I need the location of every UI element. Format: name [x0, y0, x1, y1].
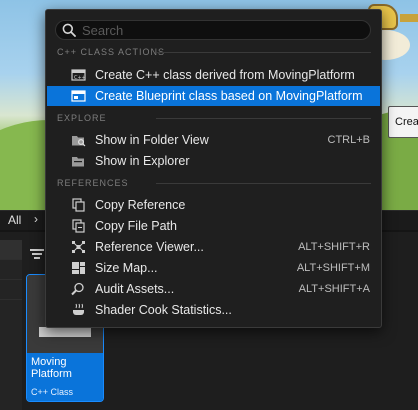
asset-context-menu: C++ CLASS ACTIONS C++ Create C++ class d… — [45, 9, 382, 328]
menu-item-show-in-folder-view[interactable]: Show in Folder View CTRL+B — [47, 130, 380, 150]
menu-item-copy-file-path[interactable]: Copy File Path — [47, 216, 380, 236]
cpp-class-icon: C++ — [71, 69, 86, 81]
menu-item-size-map[interactable]: Size Map... ALT+SHIFT+M — [47, 258, 380, 278]
asset-name: Moving Platform — [31, 356, 72, 380]
menu-item-label: Create Blueprint class based on MovingPl… — [95, 89, 363, 103]
path-chevron-icon[interactable]: › — [34, 212, 38, 226]
search-icon — [62, 23, 76, 37]
path-root-all[interactable]: All — [8, 213, 21, 227]
sources-panel — [0, 240, 22, 410]
audit-icon — [71, 282, 84, 296]
blueprint-class-icon — [71, 90, 86, 102]
menu-item-shortcut: CTRL+B — [327, 134, 371, 146]
section-header-explore: EXPLORE — [57, 113, 107, 123]
menu-item-label: Copy Reference — [95, 198, 186, 212]
menu-item-shortcut: ALT+SHIFT+A — [298, 283, 370, 295]
menu-item-shader-cook-statistics[interactable]: Shader Cook Statistics... — [47, 300, 380, 320]
menu-item-label: Reference Viewer... — [95, 240, 204, 254]
menu-search-box[interactable] — [55, 20, 371, 40]
folder-search-icon — [72, 136, 86, 147]
size-map-icon — [72, 262, 85, 274]
section-divider — [156, 52, 371, 53]
menu-item-audit-assets[interactable]: Audit Assets... ALT+SHIFT+A — [47, 279, 380, 299]
menu-item-label: Copy File Path — [95, 219, 177, 233]
menu-item-label: Audit Assets... — [95, 282, 175, 296]
viewport-tooltip: Crea — [388, 106, 418, 138]
menu-item-copy-reference[interactable]: Copy Reference — [47, 195, 380, 215]
copy-reference-icon — [72, 198, 85, 212]
copy-path-icon — [72, 219, 85, 233]
section-header-references: REFERENCES — [57, 178, 129, 188]
menu-item-label: Size Map... — [95, 261, 158, 275]
menu-item-label: Create C++ class derived from MovingPlat… — [95, 68, 355, 82]
menu-item-shortcut: ALT+SHIFT+R — [298, 241, 370, 253]
sources-row[interactable] — [0, 240, 22, 260]
menu-item-reference-viewer[interactable]: Reference Viewer... ALT+SHIFT+R — [47, 237, 380, 257]
filter-icon[interactable] — [30, 249, 44, 261]
asset-type: C++ Class — [31, 387, 74, 397]
sources-row[interactable] — [0, 260, 22, 280]
svg-text:C++: C++ — [74, 75, 86, 81]
search-input[interactable] — [82, 23, 362, 38]
menu-item-label: Shader Cook Statistics... — [95, 303, 232, 317]
menu-item-label: Show in Folder View — [95, 133, 209, 147]
shader-cook-icon — [73, 303, 84, 315]
section-header-cpp-actions: C++ CLASS ACTIONS — [57, 47, 166, 57]
section-divider — [156, 118, 371, 119]
sources-row[interactable] — [0, 280, 22, 300]
menu-item-create-blueprint-class[interactable]: Create Blueprint class based on MovingPl… — [47, 86, 380, 106]
reference-viewer-icon — [72, 241, 85, 253]
menu-item-create-cpp-class[interactable]: C++ Create C++ class derived from Moving… — [47, 65, 380, 85]
menu-item-show-in-explorer[interactable]: Show in Explorer — [47, 151, 380, 171]
section-divider — [156, 183, 371, 184]
menu-item-label: Show in Explorer — [95, 154, 190, 168]
explorer-folder-icon — [72, 157, 84, 167]
menu-item-shortcut: ALT+SHIFT+M — [296, 262, 370, 274]
